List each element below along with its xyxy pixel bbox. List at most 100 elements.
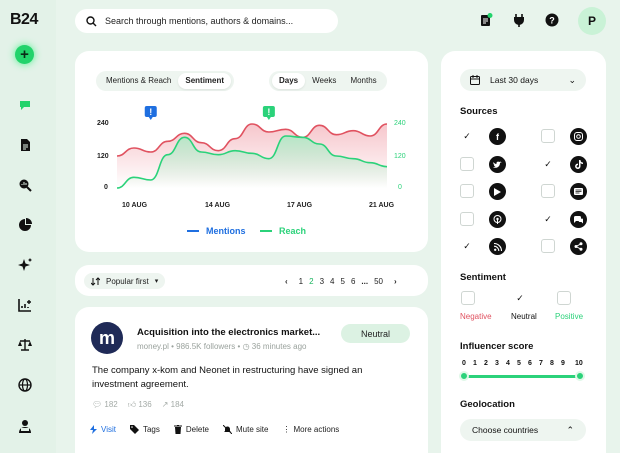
page-link[interactable]: 1 xyxy=(299,277,303,286)
page-link[interactable]: 6 xyxy=(351,277,355,286)
alert-marker[interactable]: ! xyxy=(144,106,157,120)
more-icon: ⋮ xyxy=(282,425,291,434)
sentiment-badge[interactable]: Neutral xyxy=(341,324,410,343)
sentiment-checkbox-neutral[interactable]: ✓ xyxy=(513,291,527,305)
add-project-button[interactable]: + xyxy=(15,45,34,64)
source-checkbox-twitter[interactable] xyxy=(460,157,474,171)
help-icon[interactable]: ? xyxy=(542,10,562,30)
news-icon xyxy=(570,183,587,200)
influencer-title: Influencer score xyxy=(460,341,534,352)
source-checkbox-instagram[interactable] xyxy=(541,129,555,143)
sort-dropdown[interactable]: Popular first ▾ xyxy=(84,273,166,289)
alert-marker[interactable]: ! xyxy=(262,106,275,120)
source-checkbox-share[interactable] xyxy=(541,239,555,253)
y-right-tick: 240 xyxy=(394,120,406,127)
forum-icon xyxy=(570,211,587,228)
date-range-label: Last 30 days xyxy=(490,75,539,85)
score-tick: 3 xyxy=(495,360,499,367)
tab-sentiment[interactable]: Sentiment xyxy=(178,73,232,89)
range-weeks[interactable]: Weeks xyxy=(305,73,343,89)
chat-icon[interactable] xyxy=(14,94,36,116)
source-checkbox-forum[interactable]: ✓ xyxy=(541,212,555,226)
sentiment-checkbox-positive[interactable] xyxy=(557,291,571,305)
search-input[interactable]: Search through mentions, authors & domai… xyxy=(105,16,293,26)
clock-icon: ◷ xyxy=(242,342,250,351)
tiktok-icon xyxy=(570,156,587,173)
influencer-slider-min-handle[interactable] xyxy=(459,371,469,381)
mention-title[interactable]: Acquisition into the electronics market.… xyxy=(137,327,320,338)
svg-text:!: ! xyxy=(149,107,152,117)
source-checkbox-podcast[interactable] xyxy=(460,212,474,226)
tags-button[interactable]: Tags xyxy=(129,425,160,434)
score-tick: 4 xyxy=(506,360,510,367)
influencer-slider-track[interactable] xyxy=(465,375,580,378)
y-left-tick: 120 xyxy=(97,153,109,160)
scales-icon[interactable] xyxy=(14,334,36,356)
delete-label: Delete xyxy=(185,425,209,434)
mute-site-label: Mute site xyxy=(236,425,269,434)
sort-label: Popular first xyxy=(106,276,149,286)
notifications-icon[interactable] xyxy=(476,10,496,30)
next-page-icon[interactable]: › xyxy=(394,277,397,286)
mute-site-button[interactable]: Mute site xyxy=(223,425,268,434)
tab-mentions-reach[interactable]: Mentions & Reach xyxy=(99,73,178,89)
visit-button[interactable]: Visit xyxy=(90,425,116,434)
comment-icon: 💬︎ xyxy=(92,400,103,409)
x-tick: 14 AUG xyxy=(205,202,231,209)
source-checkbox-video[interactable] xyxy=(460,184,474,198)
plug-icon[interactable] xyxy=(509,10,529,30)
pie-chart-icon[interactable] xyxy=(14,214,36,236)
sparkle-icon[interactable] xyxy=(14,254,36,276)
influencer-slider-max-handle[interactable] xyxy=(575,371,585,381)
page-link[interactable]: 5 xyxy=(340,277,344,286)
mention-actions: Visit Tags Delete Mute site ⋮ More actio… xyxy=(90,425,353,434)
comments-stat: 💬︎ 182 xyxy=(92,400,118,410)
more-actions-button[interactable]: ⋮ More actions xyxy=(282,425,339,434)
search-bar[interactable]: Search through mentions, authors & domai… xyxy=(75,9,338,33)
source-checkbox-rss[interactable]: ✓ xyxy=(460,239,474,253)
podcast-icon xyxy=(489,211,506,228)
score-tick: 0 xyxy=(462,360,466,367)
page-link[interactable]: 50 xyxy=(374,277,383,286)
globe-icon[interactable] xyxy=(14,374,36,396)
legend-reach[interactable]: Reach xyxy=(260,226,306,236)
source-checkbox-news[interactable] xyxy=(541,184,555,198)
app-logo: B24 xyxy=(10,11,38,28)
calendar-icon xyxy=(470,75,480,85)
range-days[interactable]: Days xyxy=(272,73,306,89)
page-link[interactable]: 3 xyxy=(320,277,324,286)
y-left-tick: 0 xyxy=(104,184,108,191)
delete-button[interactable]: Delete xyxy=(173,425,209,434)
page-link[interactable]: 4 xyxy=(330,277,334,286)
chart-plus-icon[interactable] xyxy=(14,294,36,316)
geolocation-title: Geolocation xyxy=(460,399,515,410)
source-checkbox-tiktok[interactable]: ✓ xyxy=(541,157,555,171)
comments-count: 182 xyxy=(104,400,118,409)
document-icon[interactable] xyxy=(14,134,36,156)
search-analytics-icon[interactable] xyxy=(14,174,36,196)
legend-mentions[interactable]: Mentions xyxy=(187,226,246,236)
prev-page-icon[interactable]: ‹ xyxy=(285,277,288,286)
sentiment-checkbox-negative[interactable] xyxy=(461,291,475,305)
search-icon xyxy=(86,15,97,26)
avatar[interactable]: P xyxy=(578,7,606,35)
chevron-down-icon: ⌄ xyxy=(568,74,576,85)
date-range-dropdown[interactable]: Last 30 days ⌄ xyxy=(460,69,586,91)
source-checkbox-facebook[interactable]: ✓ xyxy=(460,129,474,143)
user-icon[interactable] xyxy=(14,415,36,437)
score-tick: 1 xyxy=(473,360,477,367)
mute-icon xyxy=(223,425,232,434)
page-link-current[interactable]: 2 xyxy=(309,277,313,286)
choose-countries-dropdown[interactable]: Choose countries ⌃ xyxy=(460,419,586,441)
sentiment-title: Sentiment xyxy=(460,272,506,283)
mention-body: The company x-kom and Neonet in restruct… xyxy=(92,365,363,390)
range-months[interactable]: Months xyxy=(343,73,383,89)
sentiment-chart: !! xyxy=(116,106,388,189)
y-right-tick: 0 xyxy=(398,184,402,191)
y-right-tick: 120 xyxy=(394,153,406,160)
sentiment-label-neutral: Neutral xyxy=(511,312,537,321)
svg-text:?: ? xyxy=(549,16,555,26)
shares-count: 184 xyxy=(170,400,185,409)
mention-time: 36 minutes ago xyxy=(251,342,307,351)
source-domain[interactable]: money.pl xyxy=(137,342,169,351)
